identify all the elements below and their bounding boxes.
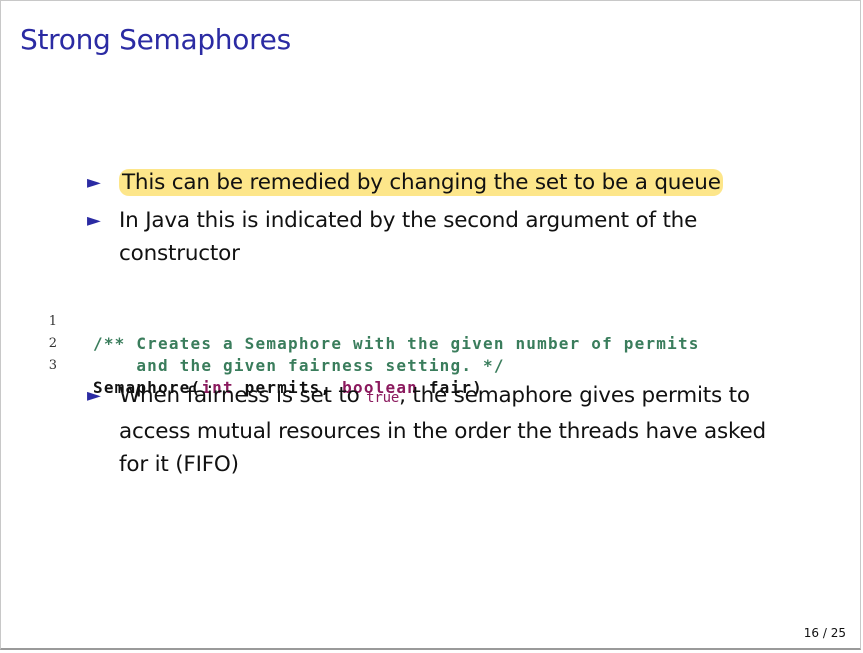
bullet-triangle-icon: ► [87,210,101,231]
code-line: 1 /** Creates a Semaphore with the given… [1,289,861,353]
bullet-item: ► This can be remedied by changing the s… [87,166,787,199]
bullet-item: ► When fairness is set to true, the sema… [87,379,787,481]
highlighted-text: This can be remedied by changing the set… [119,169,723,196]
page-number: 16 / 25 [803,626,846,640]
slide: Strong Semaphores ► This can be remedied… [0,0,861,650]
bullet-text: In Java this is indicated by the second … [119,208,698,266]
bullet-list-bottom: ► When fairness is set to true, the sema… [87,379,787,486]
code-line: 2 and the given fairness setting. */ [1,311,861,375]
code-line: 3 Semaphore(int permits, boolean fair) [1,333,861,397]
bullet-triangle-icon: ► [87,172,101,193]
slide-title: Strong Semaphores [20,23,291,56]
code-comment: and the given fairness setting. */ [93,356,505,375]
code-listing: 1 /** Creates a Semaphore with the given… [1,289,861,397]
bullet-list-top: ► This can be remedied by changing the s… [87,166,787,275]
bullet-item: ► In Java this is indicated by the secon… [87,204,787,270]
bullet-triangle-icon: ► [87,385,101,406]
inline-code: true [366,390,400,406]
bullet-text: When fairness is set to [119,383,367,408]
line-number: 3 [48,358,57,373]
